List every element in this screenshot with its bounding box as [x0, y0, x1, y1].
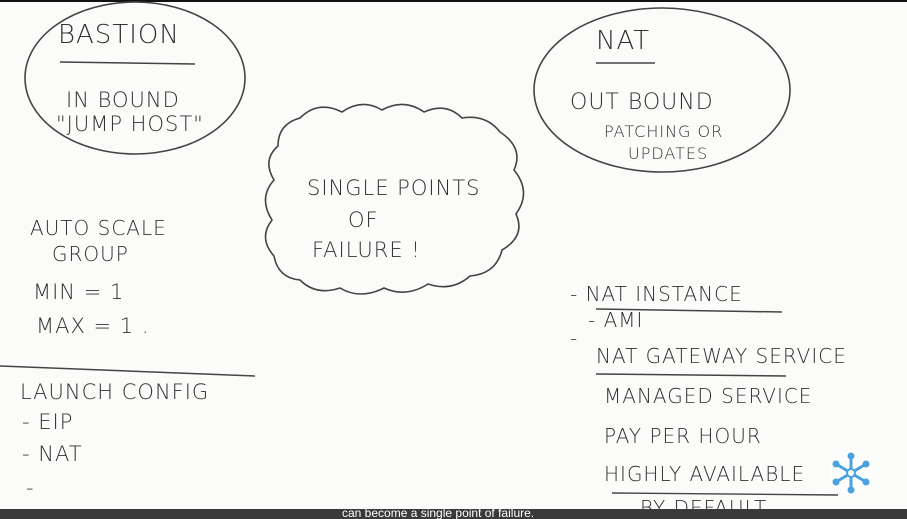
nat-updates: UPDATES	[628, 144, 709, 163]
cloud-of: OF	[348, 208, 379, 232]
cloud-single-points: SINGLE POINTS	[307, 176, 481, 200]
nat-patching: PATCHING OR	[604, 122, 724, 141]
asg-max: MAX = 1 .	[36, 314, 150, 338]
nat-options-dash: -	[570, 326, 579, 350]
asg-min: MIN = 1	[33, 280, 125, 304]
nat-instance-ami: - AMI	[588, 308, 644, 332]
nat-title: NAT	[596, 26, 651, 56]
asg-line1: AUTO SCALE	[30, 216, 167, 240]
bastion-title: BASTION	[58, 20, 180, 50]
nat-gateway-title: NAT GATEWAY SERVICE	[596, 344, 847, 368]
gateway-highly-available: HIGHLY AVAILABLE	[604, 462, 806, 486]
nat-outbound: OUT BOUND	[570, 90, 714, 115]
cloud-failure: FAILURE !	[312, 238, 421, 262]
nat-instance-title: - NAT INSTANCE	[570, 282, 743, 306]
sketch-lines	[0, 1, 839, 517]
snowflake-logo-icon	[826, 448, 876, 498]
launch-title: LAUNCH CONFIG	[20, 380, 210, 404]
bastion-inbound: IN BOUND	[66, 88, 180, 112]
asg-line2: GROUP	[52, 242, 129, 266]
left-divider	[0, 365, 256, 377]
gateway-managed: MANAGED SERVICE	[604, 384, 813, 408]
nat-gateway-underline	[595, 373, 787, 377]
launch-dash: -	[26, 476, 35, 500]
bottom-right-stroke	[611, 492, 839, 496]
caption-bar: can become a single point of failure.	[0, 509, 907, 519]
launch-eip: - EIP	[22, 410, 74, 434]
whiteboard-frame: BASTION IN BOUND "JUMP HOST" NAT OUT BOU…	[0, 0, 907, 519]
launch-nat: - NAT	[22, 442, 83, 466]
caption-text: can become a single point of failure.	[342, 509, 535, 519]
bastion-underline	[59, 61, 196, 65]
gateway-pay-per-hour: PAY PER HOUR	[604, 424, 762, 448]
bastion-jump-host: "JUMP HOST"	[56, 112, 204, 136]
